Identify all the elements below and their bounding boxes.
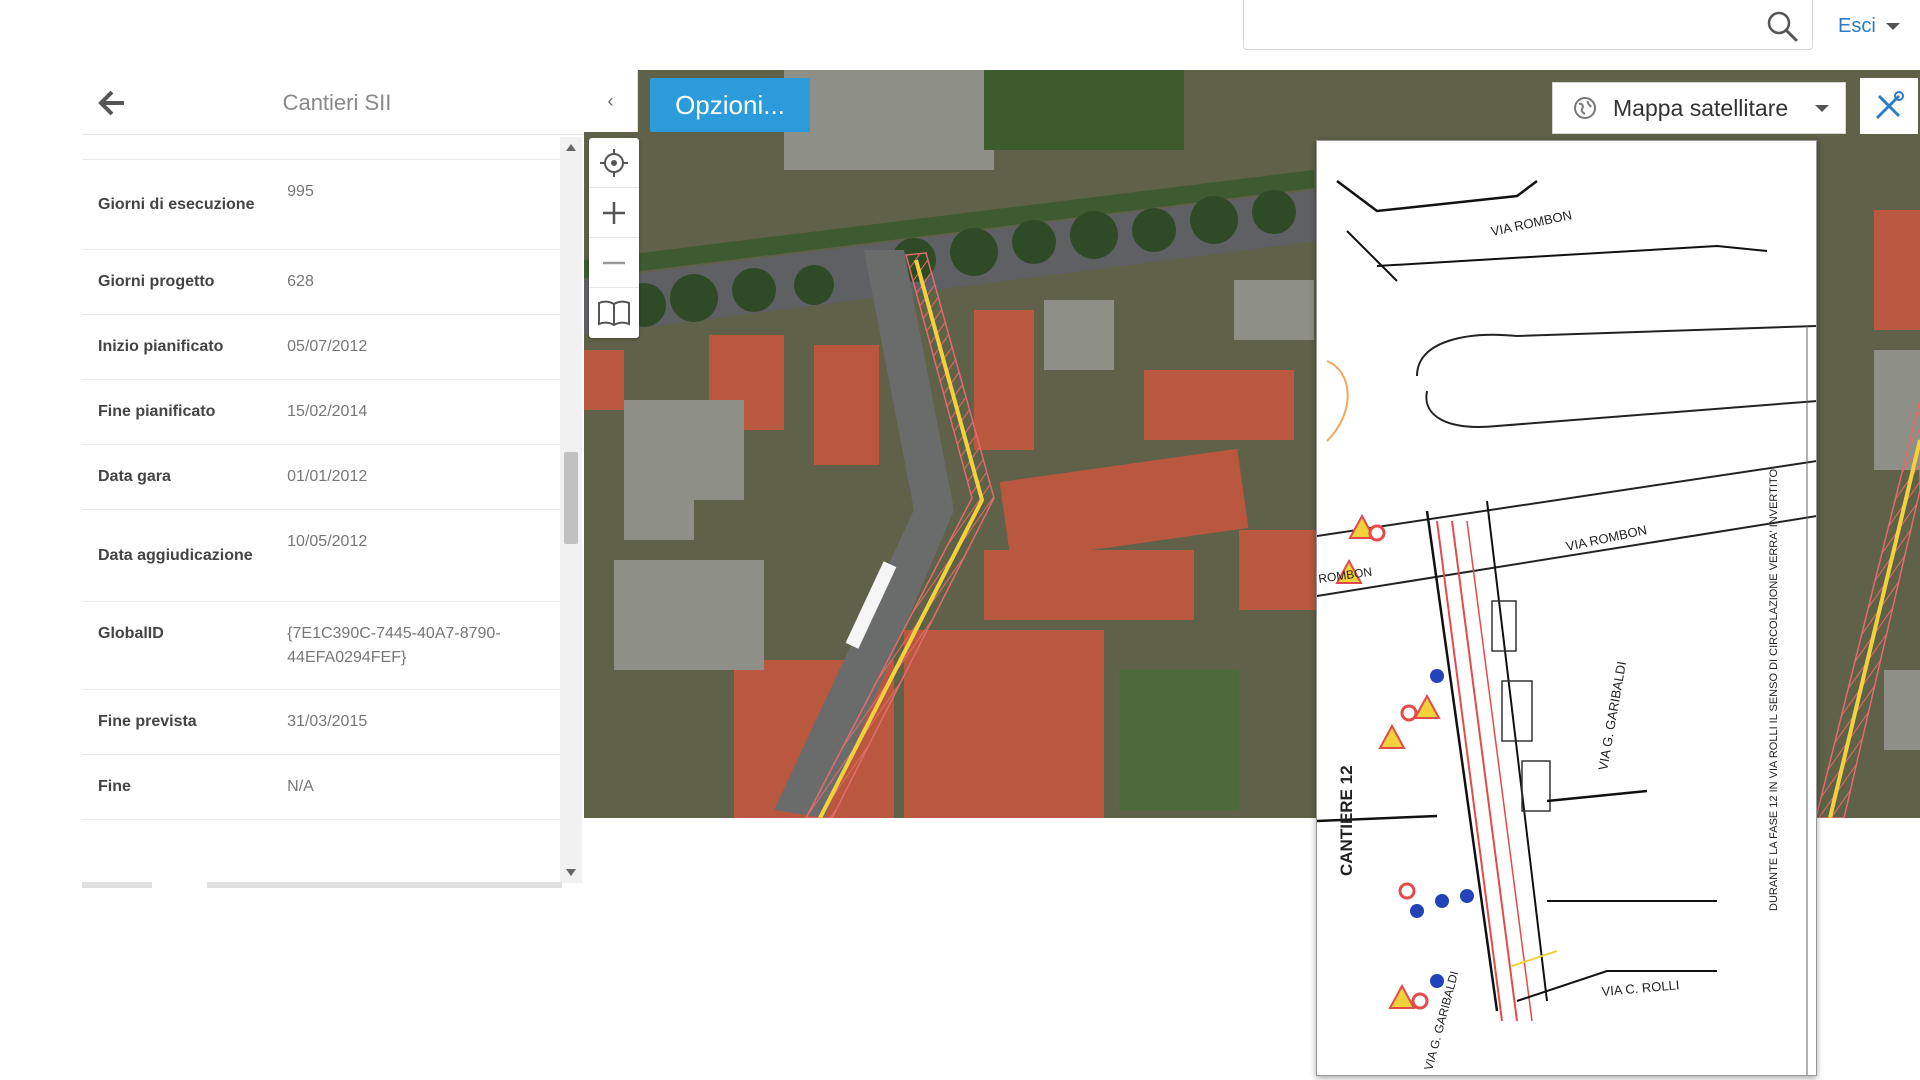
attribute-row: Data aggiudicazione 10/05/2012 [82, 510, 562, 602]
attribute-key: Data gara [98, 468, 171, 485]
construction-plan-drawing: VIA ROMBON VIA ROMBON ROMBON VIA G. GARI… [1317, 141, 1816, 1075]
exit-menu[interactable]: Esci [1838, 12, 1900, 40]
attribute-key: Fine [98, 778, 131, 795]
plan-side-note: DURANTE LA FASE 12 IN VIA ROLLI IL SENSO… [1768, 469, 1780, 911]
locate-icon [600, 148, 628, 177]
feature-panel: Cantieri SII Giorni di esecuzione 995 Gi… [82, 70, 584, 888]
attribute-value: N/A [287, 778, 314, 795]
attribute-value: 628 [287, 273, 314, 290]
attribute-row: Giorni di esecuzione 995 [82, 160, 562, 250]
exit-label: Esci [1838, 14, 1876, 37]
zoom-in-button[interactable] [589, 188, 639, 238]
attribute-value: 995 [287, 183, 314, 200]
attribute-value: 10/05/2012 [287, 533, 368, 550]
basemap-label: Mappa satellitare [1613, 94, 1789, 121]
attribute-row: Fine N/A [82, 755, 562, 820]
attribute-value: 31/03/2015 [287, 713, 368, 730]
locate-button[interactable] [589, 138, 639, 188]
scroll-thumb[interactable] [564, 452, 578, 544]
attribute-row: Fine pianificato 15/02/2014 [82, 380, 562, 445]
plan-image-popup: VIA ROMBON VIA ROMBON ROMBON VIA G. GARI… [1316, 140, 1817, 1076]
attribute-row: Giorni progetto 628 [82, 250, 562, 315]
vertical-scrollbar[interactable] [560, 137, 582, 883]
attribute-value: 05/07/2012 [287, 338, 368, 355]
panel-header: Cantieri SII [82, 70, 584, 135]
search-input[interactable] [1254, 8, 1754, 40]
zoom-out-icon [603, 261, 625, 264]
search-box [1243, 0, 1813, 50]
zoom-in-icon [603, 201, 625, 224]
attribute-value: 15/02/2014 [287, 403, 368, 420]
back-arrow-icon[interactable] [94, 84, 132, 122]
chevron-down-icon [1885, 22, 1900, 30]
attribute-row: Data gara 01/01/2012 [82, 445, 562, 510]
plan-label: CANTIERE 12 [1337, 765, 1356, 876]
attribute-key: GlobalID [98, 625, 164, 642]
tools-button[interactable] [1860, 78, 1918, 134]
basemap-selector[interactable]: Mappa satellitare [1552, 82, 1846, 134]
map-toolbar [589, 138, 639, 338]
attribute-key: Data aggiudicazione [98, 546, 253, 564]
scroll-down-arrow-icon[interactable] [566, 869, 576, 876]
attribute-key: Fine pianificato [98, 403, 216, 420]
attribute-row: Fine prevista 31/03/2015 [82, 690, 562, 755]
collapse-panel-button[interactable]: ‹ [584, 70, 638, 132]
chevron-down-icon [1815, 105, 1829, 112]
attribute-key: Giorni di esecuzione [98, 195, 255, 213]
globe-icon [1574, 97, 1596, 119]
wrench-screwdriver-icon [1875, 91, 1904, 120]
bookmarks-button[interactable] [589, 288, 639, 338]
attribute-row: Inizio pianificato 05/07/2012 [82, 315, 562, 380]
attribute-key: Fine prevista [98, 713, 197, 730]
attribute-value: {7E1C390C-7445-40A7-8790-44EFA0294FEF} [287, 625, 501, 666]
options-button[interactable]: Opzioni... [650, 78, 810, 132]
search-icon[interactable] [1764, 8, 1800, 44]
attribute-list: Giorni di esecuzione 995 Giorni progetto… [82, 140, 562, 880]
attribute-value: 01/01/2012 [287, 468, 368, 485]
attribute-key: Giorni progetto [98, 273, 215, 290]
attribute-row: GlobalID {7E1C390C-7445-40A7-8790-44EFA0… [82, 602, 562, 690]
horizontal-scroll-thumb[interactable] [152, 882, 207, 888]
attribute-key: Inizio pianificato [98, 338, 224, 355]
panel-title: Cantieri SII [282, 90, 392, 115]
scroll-up-arrow-icon[interactable] [566, 144, 576, 151]
horizontal-scrollbar[interactable] [82, 882, 562, 888]
zoom-out-button[interactable] [589, 238, 639, 288]
list-top-divider [82, 140, 562, 160]
bookmarks-icon [598, 300, 630, 327]
